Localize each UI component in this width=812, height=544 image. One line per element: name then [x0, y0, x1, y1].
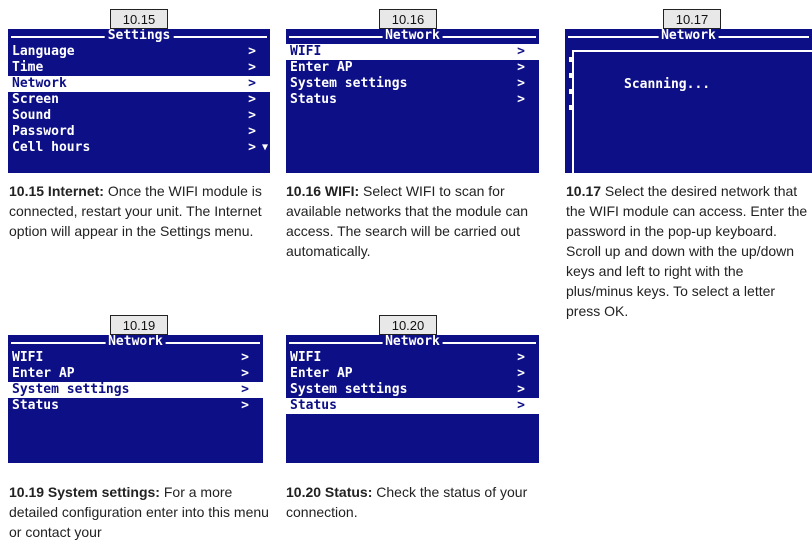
device-screen: Network WIFI > Enter AP > System settings >…: [286, 335, 539, 463]
caption-10-19: 10.19 System settings: For a more detail…: [9, 484, 269, 540]
menu-item-network[interactable]: Network >: [8, 76, 270, 92]
network-menu: WIFI > Enter AP > System settings > Status >: [286, 44, 539, 108]
device-screen: Network WIFI > Enter AP > System settings >…: [286, 29, 539, 173]
chevron-right-icon: >: [241, 382, 249, 397]
screen-title: Network: [382, 335, 443, 349]
menu-item-screen[interactable]: Screen >: [8, 92, 270, 108]
figure-label: 10.16: [379, 9, 437, 29]
menu-item-wifi[interactable]: WIFI >: [286, 350, 539, 366]
caption-10-17: 10.17 Select the desired network that th…: [566, 183, 808, 319]
chevron-right-icon: >: [517, 92, 525, 107]
caption-10-20: 10.20 Status: Check the status of your c…: [286, 484, 528, 520]
chevron-right-icon: >: [517, 350, 525, 365]
device-screen: Network WIFI > Enter AP > System settings >…: [8, 335, 263, 463]
menu-item-time[interactable]: Time >: [8, 60, 270, 76]
figure-label: 10.20: [379, 315, 437, 335]
chevron-right-icon: >: [248, 140, 256, 155]
chevron-right-icon: >: [517, 398, 525, 413]
scanning-dialog: Scanning...: [572, 50, 812, 173]
menu-item-wifi[interactable]: WIFI >: [286, 44, 539, 60]
screen-title: Network: [658, 29, 719, 43]
chevron-right-icon: >: [248, 124, 256, 139]
chevron-right-icon: >: [248, 44, 256, 59]
menu-item-sound[interactable]: Sound >: [8, 108, 270, 124]
caption-10-15: 10.15 Internet: Once the WIFI module is …: [9, 183, 262, 239]
chevron-right-icon: >: [248, 108, 256, 123]
chevron-right-icon: >: [241, 398, 249, 413]
chevron-right-icon: >: [248, 76, 256, 91]
screen-title: Network: [382, 29, 443, 43]
scanning-message: Scanning...: [624, 77, 711, 92]
chevron-right-icon: >: [517, 44, 525, 59]
menu-item-enter-ap[interactable]: Enter AP >: [286, 60, 539, 76]
menu-item-enter-ap[interactable]: Enter AP >: [286, 366, 539, 382]
menu-item-status[interactable]: Status >: [286, 398, 539, 414]
chevron-right-icon: >: [241, 350, 249, 365]
device-screen: Network Scanning...: [565, 29, 812, 173]
menu-item-language[interactable]: Language >: [8, 44, 270, 60]
menu-item-cell-hours[interactable]: Cell hours > ▼: [8, 140, 270, 156]
menu-item-wifi[interactable]: WIFI >: [8, 350, 263, 366]
menu-item-password[interactable]: Password >: [8, 124, 270, 140]
scroll-down-icon: ▼: [261, 142, 268, 153]
chevron-right-icon: >: [248, 92, 256, 107]
chevron-right-icon: >: [517, 382, 525, 397]
figure-label: 10.19: [110, 315, 168, 335]
settings-menu: Language > Time > Network > Screen > Sound > …: [8, 44, 270, 156]
menu-item-enter-ap[interactable]: Enter AP >: [8, 366, 263, 382]
screen-title: Settings: [104, 29, 174, 43]
network-menu: WIFI > Enter AP > System settings > Status >: [286, 350, 539, 414]
network-menu: WIFI > Enter AP > System settings > Status >: [8, 350, 263, 414]
menu-item-status[interactable]: Status >: [286, 92, 539, 108]
menu-item-system-settings[interactable]: System settings >: [8, 382, 263, 398]
menu-item-status[interactable]: Status >: [8, 398, 263, 414]
menu-item-system-settings[interactable]: System settings >: [286, 382, 539, 398]
figure-label: 10.17: [663, 9, 721, 29]
figure-label: 10.15: [110, 9, 168, 29]
chevron-right-icon: >: [517, 76, 525, 91]
chevron-right-icon: >: [241, 366, 249, 381]
chevron-right-icon: >: [517, 366, 525, 381]
device-screen: Settings Language > Time > Network > Screen…: [8, 29, 270, 173]
caption-10-16: 10.16 WIFI: Select WIFI to scan for avai…: [286, 183, 529, 259]
menu-item-system-settings[interactable]: System settings >: [286, 76, 539, 92]
screen-title: Network: [105, 335, 166, 349]
chevron-right-icon: >: [248, 60, 256, 75]
chevron-right-icon: >: [517, 60, 525, 75]
